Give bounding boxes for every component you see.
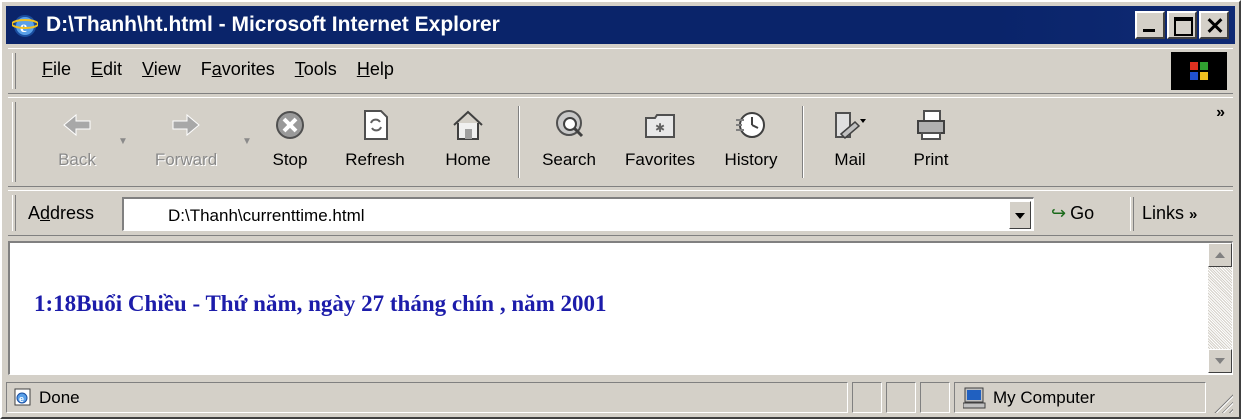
address-bar: Address D:\Thanh\currenttime.html ↪ Go L… (8, 190, 1233, 236)
address-grip[interactable] (12, 195, 16, 231)
go-arrow-icon: ↪ (1051, 203, 1067, 223)
scroll-down-button[interactable] (1208, 349, 1232, 373)
mail-icon (833, 108, 867, 142)
search-icon (552, 108, 586, 142)
favorites-button[interactable]: ✱ Favorites (612, 100, 708, 184)
page-done-icon: e (13, 387, 33, 412)
menu-help[interactable]: Help (357, 59, 394, 80)
status-pane-2 (886, 382, 916, 413)
menu-file[interactable]: File (42, 59, 71, 80)
menu-grip[interactable] (12, 53, 16, 89)
my-computer-icon (962, 387, 987, 414)
current-time-text: 1:18Buổi Chiều - Thứ năm, ngày 27 tháng … (34, 291, 607, 316)
standard-toolbar: Back ▼ Forward ▼ Stop Refresh Home Searc… (8, 97, 1233, 187)
status-bar: e Done My Computer (6, 380, 1235, 415)
status-zone-pane: My Computer (954, 382, 1206, 413)
forward-button[interactable]: Forward (140, 100, 232, 184)
svg-text:e: e (19, 394, 24, 404)
minimize-button[interactable] (1135, 11, 1165, 39)
toolbar-grip[interactable] (12, 102, 16, 182)
forward-dropdown-icon[interactable]: ▼ (242, 136, 252, 147)
maximize-button[interactable] (1167, 11, 1197, 39)
menu-favorites[interactable]: Favorites (201, 59, 275, 80)
menu-tools[interactable]: Tools (295, 59, 337, 80)
home-button[interactable]: Home (424, 100, 512, 184)
stop-icon (273, 108, 307, 142)
home-icon (451, 108, 485, 142)
forward-arrow-icon (169, 108, 203, 142)
go-button[interactable]: ↪ Go (1051, 203, 1094, 224)
menu-edit[interactable]: Edit (91, 59, 122, 80)
status-text: Done (39, 388, 80, 407)
address-dropdown-button[interactable] (1009, 201, 1031, 229)
back-arrow-icon (60, 108, 94, 142)
ie-logo-icon: e (11, 12, 39, 38)
favorites-folder-icon: ✱ (643, 108, 677, 142)
printer-icon (914, 108, 948, 142)
address-value[interactable]: D:\Thanh\currenttime.html (168, 206, 365, 226)
svg-text:✱: ✱ (655, 121, 665, 135)
back-dropdown-icon[interactable]: ▼ (118, 136, 128, 147)
window-title: D:\Thanh\ht.html - Microsoft Internet Ex… (46, 13, 500, 36)
windows-logo-icon (1171, 52, 1227, 90)
toolbar-more-button[interactable]: » (1216, 104, 1225, 122)
refresh-button[interactable]: Refresh (326, 100, 424, 184)
history-icon (734, 108, 768, 142)
search-button[interactable]: Search (526, 100, 612, 184)
status-pane-main: e Done (6, 382, 848, 413)
back-button[interactable]: Back (36, 100, 118, 184)
zone-text: My Computer (993, 388, 1096, 407)
title-bar[interactable]: e D:\Thanh\ht.html - Microsoft Internet … (6, 6, 1235, 44)
refresh-icon (358, 108, 392, 142)
menu-bar: File Edit View Favorites Tools Help (8, 48, 1233, 94)
vertical-scrollbar[interactable] (1208, 243, 1232, 373)
links-button[interactable]: Links » (1142, 203, 1197, 224)
scroll-up-button[interactable] (1208, 243, 1232, 267)
mail-button[interactable]: Mail (812, 100, 888, 184)
resize-grip[interactable] (1211, 391, 1233, 413)
stop-button[interactable]: Stop (254, 100, 326, 184)
history-button[interactable]: History (708, 100, 794, 184)
address-label: Address (28, 203, 95, 223)
status-pane-1 (852, 382, 882, 413)
close-button[interactable] (1199, 11, 1229, 39)
print-button[interactable]: Print (888, 100, 974, 184)
page-content: 1:18Buổi Chiều - Thứ năm, ngày 27 tháng … (8, 241, 1233, 375)
browser-window: e D:\Thanh\ht.html - Microsoft Internet … (0, 0, 1241, 419)
menu-view[interactable]: View (142, 59, 181, 80)
status-pane-3 (920, 382, 950, 413)
address-input[interactable]: D:\Thanh\currenttime.html (122, 197, 1034, 231)
